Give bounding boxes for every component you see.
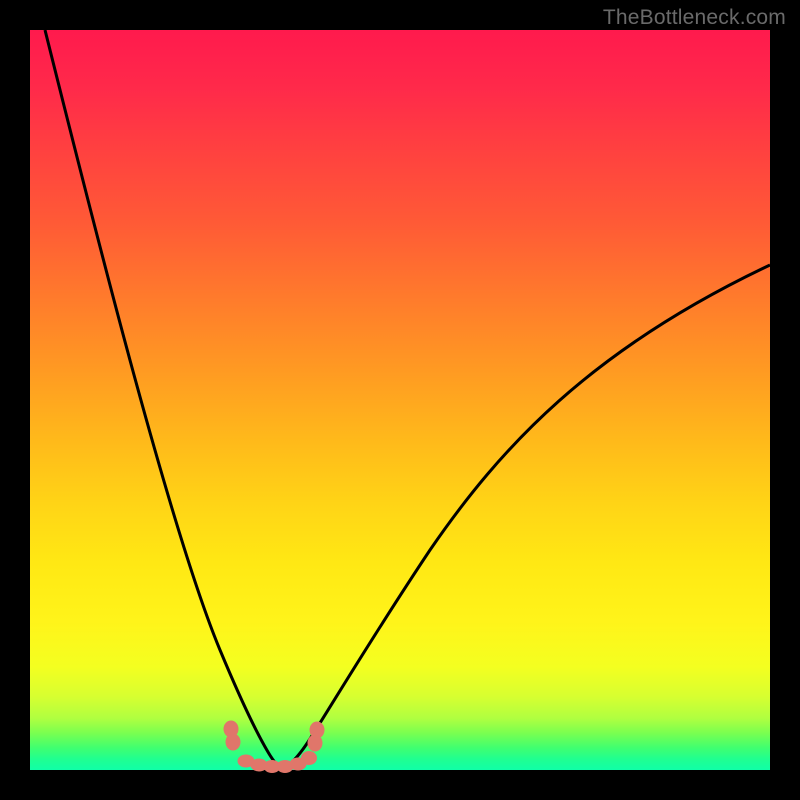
curve-right [282, 265, 770, 768]
chart-lines [30, 30, 770, 770]
chart-frame: TheBottleneck.com [0, 0, 800, 800]
curve-left [45, 30, 282, 768]
watermark-text: TheBottleneck.com [603, 6, 786, 30]
bottom-marks [224, 721, 324, 773]
